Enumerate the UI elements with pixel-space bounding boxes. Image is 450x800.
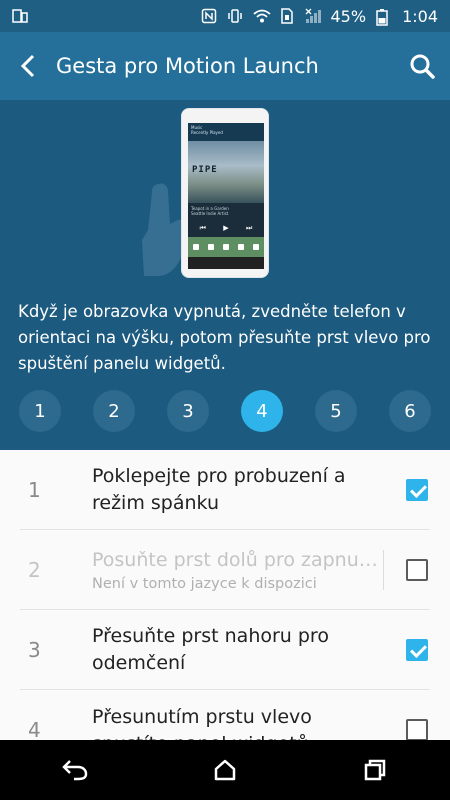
instruction-text: Když je obrazovka vypnutá, zvedněte tele… <box>18 302 431 373</box>
row-title: Poklepejte pro probuzení a režim spánku <box>92 465 346 514</box>
list-item[interactable]: 1 Poklepejte pro probuzení a režim spánk… <box>0 450 450 530</box>
row-title: Přesuňte prst nahoru pro odemčení <box>92 625 329 674</box>
row-title: Posuňte prst dolů pro zapnu… <box>92 548 377 571</box>
list-item[interactable]: 3 Přesuňte prst nahoru pro odemčení <box>0 610 450 690</box>
back-button[interactable] <box>0 32 56 100</box>
play-icon: ▶ <box>223 224 229 232</box>
screen-nav <box>188 257 264 269</box>
nfc-icon <box>201 8 217 24</box>
step-5[interactable]: 5 <box>315 390 357 432</box>
battery-percent: 45% <box>330 6 367 26</box>
vibrate-icon <box>227 8 243 24</box>
prev-icon: ⏮ <box>199 224 206 232</box>
checkbox[interactable] <box>406 639 428 661</box>
step-6[interactable]: 6 <box>389 390 431 432</box>
screen-header: Music Recently Played <box>188 123 264 141</box>
track-artist: Seattle Indie Artist <box>191 211 229 216</box>
app-bar: Gesta pro Motion Launch <box>0 32 450 100</box>
row-number: 3 <box>28 638 41 662</box>
checkbox[interactable] <box>406 719 428 740</box>
chevron-left-icon <box>20 54 35 78</box>
row-subtitle: Není v tomto jazyce k dispozici <box>92 575 317 592</box>
phone-illustration: Music Recently Played PIPE Teapot in a G… <box>181 108 269 278</box>
apps-icon <box>222 244 229 250</box>
nav-recents-button[interactable] <box>345 740 405 800</box>
checkbox[interactable] <box>406 479 428 501</box>
camera-app-icon <box>253 244 260 250</box>
row-number: 1 <box>28 478 41 502</box>
back-icon <box>62 760 88 781</box>
search-button[interactable] <box>394 32 450 100</box>
step-indicator: 1 2 3 4 5 6 <box>19 390 431 432</box>
checkbox <box>406 559 428 581</box>
album-title: PIPE <box>192 165 218 175</box>
screen-mirror-icon <box>12 8 28 24</box>
search-icon <box>410 54 435 79</box>
wifi-icon <box>252 8 271 24</box>
clock: 1:04 <box>402 6 438 26</box>
instructions-panel: Když je obrazovka vypnutá, zvedněte tele… <box>0 285 450 450</box>
navigation-bar <box>0 740 450 800</box>
screen-dock <box>188 237 264 257</box>
battery-icon <box>376 8 392 26</box>
next-icon: ⏭ <box>246 224 253 232</box>
mail-app-icon <box>238 244 245 250</box>
messages-app-icon <box>207 244 214 250</box>
player-controls: Teapot in a Garden Seattle Indie Artist … <box>188 203 264 237</box>
list-item: 2 Posuňte prst dolů pro zapnu… Není v to… <box>0 530 450 610</box>
step-4[interactable]: 4 <box>241 390 283 432</box>
sim-icon <box>279 8 295 24</box>
nav-home-button[interactable] <box>195 740 255 800</box>
divider <box>383 550 384 590</box>
step-3[interactable]: 3 <box>167 390 209 432</box>
home-icon <box>214 759 236 781</box>
row-number: 2 <box>28 558 41 582</box>
screen-app-subtitle: Recently Played <box>191 130 223 135</box>
row-number: 4 <box>28 718 41 740</box>
status-bar: 45% 1:04 <box>0 0 450 32</box>
album-art: PIPE <box>188 141 264 203</box>
recents-icon <box>364 759 386 781</box>
phone-app-icon <box>192 244 199 250</box>
list-item[interactable]: 4 Přesunutím prstu vlevo spustíte panel … <box>0 690 450 740</box>
step-2[interactable]: 2 <box>93 390 135 432</box>
row-title: Přesunutím prstu vlevo spustíte panel wi… <box>92 706 312 740</box>
page-title: Gesta pro Motion Launch <box>56 54 319 78</box>
nav-back-button[interactable] <box>45 740 105 800</box>
step-1[interactable]: 1 <box>19 390 61 432</box>
phone-screen: Music Recently Played PIPE Teapot in a G… <box>188 123 264 269</box>
gesture-illustration: Music Recently Played PIPE Teapot in a G… <box>0 100 450 285</box>
gesture-list: 1 Poklepejte pro probuzení a režim spánk… <box>0 450 450 740</box>
signal-icon <box>305 8 321 24</box>
